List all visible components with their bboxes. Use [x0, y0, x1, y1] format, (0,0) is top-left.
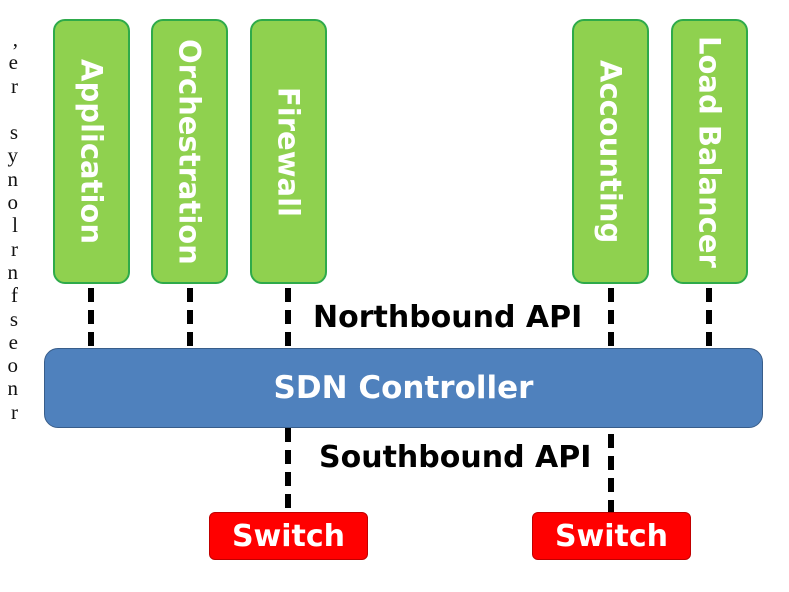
text-fragment: n	[7, 376, 19, 401]
text-fragment: e	[8, 329, 18, 354]
text-fragment: ,	[12, 27, 18, 51]
text-fragment	[0, 98, 18, 121]
text-fragment: s	[9, 120, 18, 145]
northbound-connector-orchestration	[187, 288, 193, 348]
accounting-box: Accounting	[572, 19, 649, 284]
switch-label: Switch	[231, 518, 346, 554]
orchestration-label: Orchestration	[172, 38, 207, 265]
text-fragment: l	[12, 213, 18, 238]
text-fragment: y	[7, 143, 19, 168]
firewall-label: Firewall	[271, 86, 306, 217]
sdn-controller-label: SDN Controller	[273, 370, 534, 406]
accounting-label: Accounting	[593, 59, 628, 244]
northbound-connector-accounting	[608, 288, 614, 348]
text-fragment: n	[7, 259, 19, 284]
text-fragment: e	[8, 50, 18, 75]
sdn-controller-box: SDN Controller	[44, 348, 763, 428]
application-box: Application	[53, 19, 130, 284]
northbound-connector-application	[88, 288, 94, 348]
southbound-api-label: Southbound API	[319, 440, 592, 475]
text-fragment: r	[11, 399, 18, 424]
text-fragment: r	[11, 73, 18, 98]
load-balancer-label: Load Balancer	[692, 35, 727, 268]
northbound-connector-firewall	[285, 288, 291, 348]
switch-box-1: Switch	[209, 512, 368, 560]
orchestration-box: Orchestration	[151, 19, 228, 284]
switch-box-2: Switch	[532, 512, 691, 560]
text-fragment: f	[11, 283, 18, 308]
northbound-connector-load-balancer	[706, 288, 712, 348]
southbound-connector-switch-1	[285, 428, 291, 512]
switch-label: Switch	[554, 518, 669, 554]
firewall-box: Firewall	[250, 19, 327, 284]
text-fragment: o	[7, 190, 19, 215]
load-balancer-box: Load Balancer	[671, 19, 748, 284]
cropped-body-text: , e r s y n o l r n f s e o n r	[0, 27, 19, 424]
text-fragment: s	[9, 306, 18, 331]
text-fragment: r	[11, 236, 18, 261]
northbound-api-label: Northbound API	[313, 300, 583, 335]
southbound-connector-switch-2	[608, 434, 614, 512]
text-fragment: o	[7, 353, 19, 378]
text-fragment: n	[7, 166, 19, 191]
application-label: Application	[74, 59, 109, 244]
